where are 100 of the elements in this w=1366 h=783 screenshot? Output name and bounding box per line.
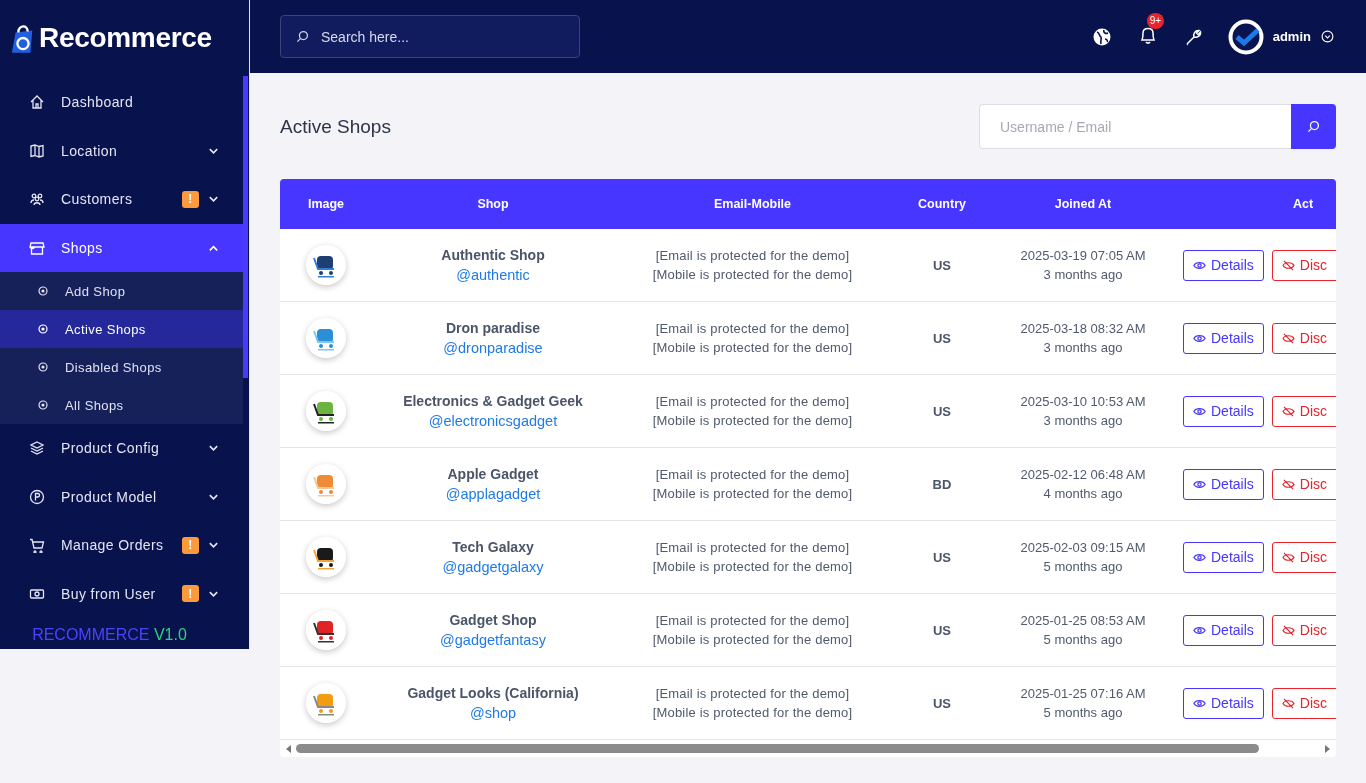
shop-handle-link[interactable]: @dronparadise [443,339,543,356]
details-button[interactable]: Details [1183,687,1264,719]
store-icon [29,239,45,256]
shop-handle-link[interactable]: @shop [469,704,517,721]
mobile-text: [Mobile is protected for the demo] [651,412,854,430]
search-icon [1307,120,1320,133]
submenu-item[interactable]: Add Shop [0,272,243,310]
eye-icon [1193,697,1206,709]
people-icon [29,191,45,208]
eye-slash-icon [1281,332,1295,344]
avatar-check-icon[interactable] [1227,18,1264,55]
sidebar-item[interactable]: Manage Orders ! [0,521,243,570]
joined-date: 2025-03-18 08:32 AM [1019,320,1147,338]
search-field[interactable]: Search here... [280,15,580,58]
warning-badge: ! [182,536,199,554]
sidebar-item[interactable]: Location [0,126,243,175]
eye-icon [1193,478,1206,490]
home-icon [29,94,45,111]
scrollbar-thumb[interactable] [243,76,248,378]
joined-relative: 5 months ago [1042,704,1124,722]
details-button[interactable]: Details [1183,468,1264,500]
radio-dot-icon [38,362,48,372]
chevron-down-icon [208,541,219,550]
eye-icon [1193,624,1206,636]
joined-date: 2025-03-19 07:05 AM [1019,247,1147,265]
disable-button[interactable]: Disc [1271,468,1336,500]
globe-icon[interactable] [1091,26,1112,47]
version-label: RECOMMERCE V1.0 [31,626,188,644]
email-text: [Email is protected for the demo] [654,466,851,484]
chevron-down-icon [208,444,219,453]
joined-date: 2025-03-10 10:53 AM [1019,393,1147,411]
shop-name: Apple Gadget [446,465,540,482]
disable-button[interactable]: Disc [1271,322,1336,354]
filter-field[interactable]: Username / Email [979,104,1291,149]
submenu-item[interactable]: All Shops [0,386,243,424]
details-button[interactable]: Details [1183,614,1264,646]
disable-button[interactable]: Disc [1271,249,1336,281]
shop-name: Dron paradise [444,319,542,336]
mobile-text: [Mobile is protected for the demo] [651,339,854,357]
submenu-item[interactable]: Active Shops [0,310,243,348]
details-button[interactable]: Details [1183,395,1264,427]
sidebar-item[interactable]: Customers ! [0,175,243,224]
email-text: [Email is protected for the demo] [654,247,851,265]
sidebar-item[interactable]: Dashboard [0,78,243,127]
disable-button[interactable]: Disc [1271,614,1336,646]
joined-relative: 4 months ago [1042,485,1124,503]
sidebar-item[interactable]: Buy from User ! [0,569,243,618]
scroll-right-icon[interactable] [1324,744,1330,753]
joined-date: 2025-02-12 06:48 AM [1019,466,1147,484]
disable-button[interactable]: Disc [1271,687,1336,719]
country-code: US [932,623,952,638]
chevron-up-icon [208,243,219,252]
column-header: Country [891,179,993,229]
joined-date: 2025-01-25 08:53 AM [1019,612,1147,630]
search-icon [296,30,309,43]
country-code: US [932,404,952,419]
disable-button[interactable]: Disc [1271,541,1336,573]
joined-date: 2025-01-25 07:16 AM [1019,685,1147,703]
warning-badge: ! [182,585,199,603]
submenu-item[interactable]: Disabled Shops [0,348,243,386]
joined-date: 2025-02-03 09:15 AM [1019,539,1147,557]
disable-button[interactable]: Disc [1271,395,1336,427]
radio-dot-icon [38,400,48,410]
shop-handle-link[interactable]: @gadgetfantasy [440,631,546,648]
column-header: Act [1173,179,1336,229]
joined-relative: 3 months ago [1042,412,1124,430]
column-header: Email-Mobile [614,179,891,229]
details-button[interactable]: Details [1183,541,1264,573]
eye-icon [1193,332,1206,344]
mobile-text: [Mobile is protected for the demo] [651,266,854,284]
column-header: Shop [372,179,614,229]
cart-icon [29,537,45,554]
shop-handle-link[interactable]: @applagadget [445,485,541,502]
search-button[interactable] [1291,104,1336,149]
scrollbar-thumb[interactable] [296,744,1259,753]
details-button[interactable]: Details [1183,249,1264,281]
scroll-left-icon[interactable] [286,744,292,753]
eye-icon [1193,259,1206,271]
user-name[interactable]: admin [1272,29,1311,44]
eye-slash-icon [1281,478,1295,490]
eye-icon [1193,551,1206,563]
warning-badge: ! [182,190,199,208]
details-button[interactable]: Details [1183,322,1264,354]
shop-handle-link[interactable]: @gadgetgalaxy [442,558,544,575]
sidebar-item[interactable]: Shops [0,223,243,272]
mobile-text: [Mobile is protected for the demo] [651,485,854,503]
chevron-down-icon [208,589,219,598]
map-icon [29,142,45,159]
shop-handle-link[interactable]: @authentic [456,266,530,283]
sidebar-item[interactable]: Product Config [0,424,243,473]
shop-name: Tech Galaxy [451,538,535,555]
sidebar-item[interactable]: Product Model [0,472,243,521]
joined-relative: 5 months ago [1042,558,1124,576]
shop-name: Gadget Looks (California) [406,684,580,701]
email-text: [Email is protected for the demo] [654,685,851,703]
radio-dot-icon [38,324,48,334]
shop-handle-link[interactable]: @electronicsgadget [428,412,558,429]
chevron-down-icon[interactable] [1321,30,1334,43]
chevron-down-icon [208,146,219,155]
eye-slash-icon [1281,259,1295,271]
